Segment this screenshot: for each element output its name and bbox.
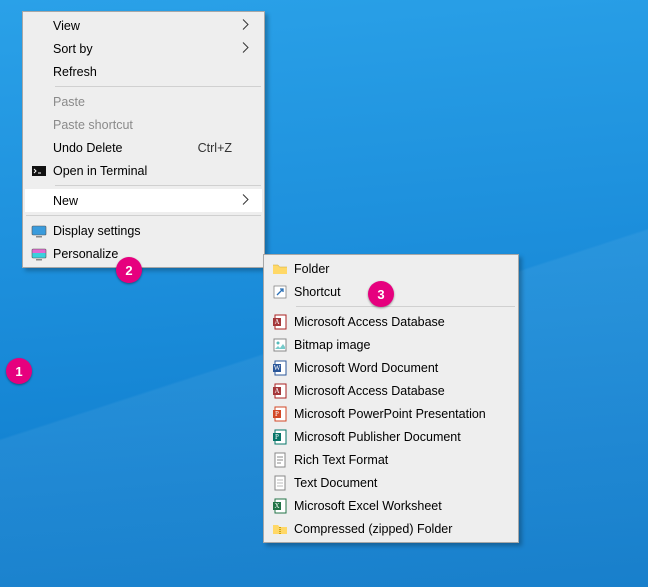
menu-item-open-terminal[interactable]: Open in Terminal: [25, 159, 262, 182]
svg-text:A: A: [274, 387, 279, 395]
display-icon: [25, 223, 53, 239]
menu-item-sort-by[interactable]: Sort by: [25, 37, 262, 60]
menu-item-display-settings[interactable]: Display settings: [25, 219, 262, 242]
menu-item-label: Refresh: [53, 65, 232, 79]
menu-item-label: Display settings: [53, 224, 232, 238]
menu-item-label: Microsoft Excel Worksheet: [294, 499, 486, 513]
menu-item-new-text[interactable]: Text Document: [266, 471, 516, 494]
menu-item-paste: Paste: [25, 90, 262, 113]
menu-item-label: Undo Delete: [53, 141, 178, 155]
menu-item-new-zip[interactable]: Compressed (zipped) Folder: [266, 517, 516, 540]
menu-item-label: Microsoft PowerPoint Presentation: [294, 407, 486, 421]
menu-item-new-excel[interactable]: X Microsoft Excel Worksheet: [266, 494, 516, 517]
chevron-right-icon: [238, 191, 254, 210]
menu-separator: [55, 86, 261, 87]
menu-item-new-access-db-2[interactable]: A Microsoft Access Database: [266, 379, 516, 402]
svg-text:W: W: [274, 364, 281, 372]
menu-item-new-bitmap[interactable]: Bitmap image: [266, 333, 516, 356]
menu-item-label: Personalize: [53, 247, 232, 261]
personalize-icon: [25, 246, 53, 262]
chevron-right-icon: [238, 39, 254, 58]
terminal-icon: [25, 163, 53, 179]
publisher-icon: P: [266, 429, 294, 445]
menu-item-personalize[interactable]: Personalize: [25, 242, 262, 265]
access-icon: A: [266, 383, 294, 399]
menu-item-paste-shortcut: Paste shortcut: [25, 113, 262, 136]
bitmap-icon: [266, 337, 294, 353]
menu-item-refresh[interactable]: Refresh: [25, 60, 262, 83]
access-icon: A: [266, 314, 294, 330]
zip-folder-icon: [266, 521, 294, 537]
menu-item-accel: Ctrl+Z: [178, 141, 232, 155]
badge-label: 2: [125, 263, 132, 278]
menu-item-new-folder[interactable]: Folder: [266, 257, 516, 280]
excel-icon: X: [266, 498, 294, 514]
menu-separator: [296, 306, 515, 307]
menu-item-new-publisher[interactable]: P Microsoft Publisher Document: [266, 425, 516, 448]
chevron-right-icon: [238, 16, 254, 35]
desktop-context-menu: View Sort by Refresh Paste Paste shortcu…: [22, 11, 265, 268]
menu-item-label: New: [53, 194, 232, 208]
menu-item-new-access-db[interactable]: A Microsoft Access Database: [266, 310, 516, 333]
menu-item-new-rtf[interactable]: Rich Text Format: [266, 448, 516, 471]
word-icon: W: [266, 360, 294, 376]
rtf-icon: [266, 452, 294, 468]
svg-text:A: A: [274, 318, 279, 326]
menu-item-label: Paste shortcut: [53, 118, 232, 132]
menu-item-label: Paste: [53, 95, 232, 109]
menu-item-undo-delete[interactable]: Undo Delete Ctrl+Z: [25, 136, 262, 159]
text-icon: [266, 475, 294, 491]
annotation-badge-3: 3: [368, 281, 394, 307]
svg-text:P: P: [275, 410, 279, 418]
annotation-badge-1: 1: [6, 358, 32, 384]
menu-item-new-word[interactable]: W Microsoft Word Document: [266, 356, 516, 379]
menu-item-new[interactable]: New: [25, 189, 262, 212]
menu-item-new-powerpoint[interactable]: P Microsoft PowerPoint Presentation: [266, 402, 516, 425]
desktop-background[interactable]: View Sort by Refresh Paste Paste shortcu…: [0, 0, 648, 587]
menu-item-label: Sort by: [53, 42, 232, 56]
menu-item-label: Open in Terminal: [53, 164, 232, 178]
badge-label: 1: [15, 364, 22, 379]
menu-item-label: View: [53, 19, 232, 33]
menu-item-label: Folder: [294, 262, 486, 276]
menu-item-label: Rich Text Format: [294, 453, 486, 467]
menu-item-label: Microsoft Word Document: [294, 361, 486, 375]
menu-item-label: Bitmap image: [294, 338, 486, 352]
menu-item-label: Microsoft Access Database: [294, 315, 486, 329]
badge-label: 3: [377, 287, 384, 302]
menu-item-label: Compressed (zipped) Folder: [294, 522, 486, 536]
menu-separator: [55, 185, 261, 186]
annotation-badge-2: 2: [116, 257, 142, 283]
menu-item-label: Text Document: [294, 476, 486, 490]
menu-item-view[interactable]: View: [25, 14, 262, 37]
menu-item-label: Microsoft Publisher Document: [294, 430, 486, 444]
svg-text:P: P: [275, 433, 279, 441]
powerpoint-icon: P: [266, 406, 294, 422]
menu-separator: [26, 215, 261, 216]
folder-icon: [266, 261, 294, 277]
svg-text:X: X: [274, 502, 279, 510]
shortcut-icon: [266, 284, 294, 300]
menu-item-label: Microsoft Access Database: [294, 384, 486, 398]
